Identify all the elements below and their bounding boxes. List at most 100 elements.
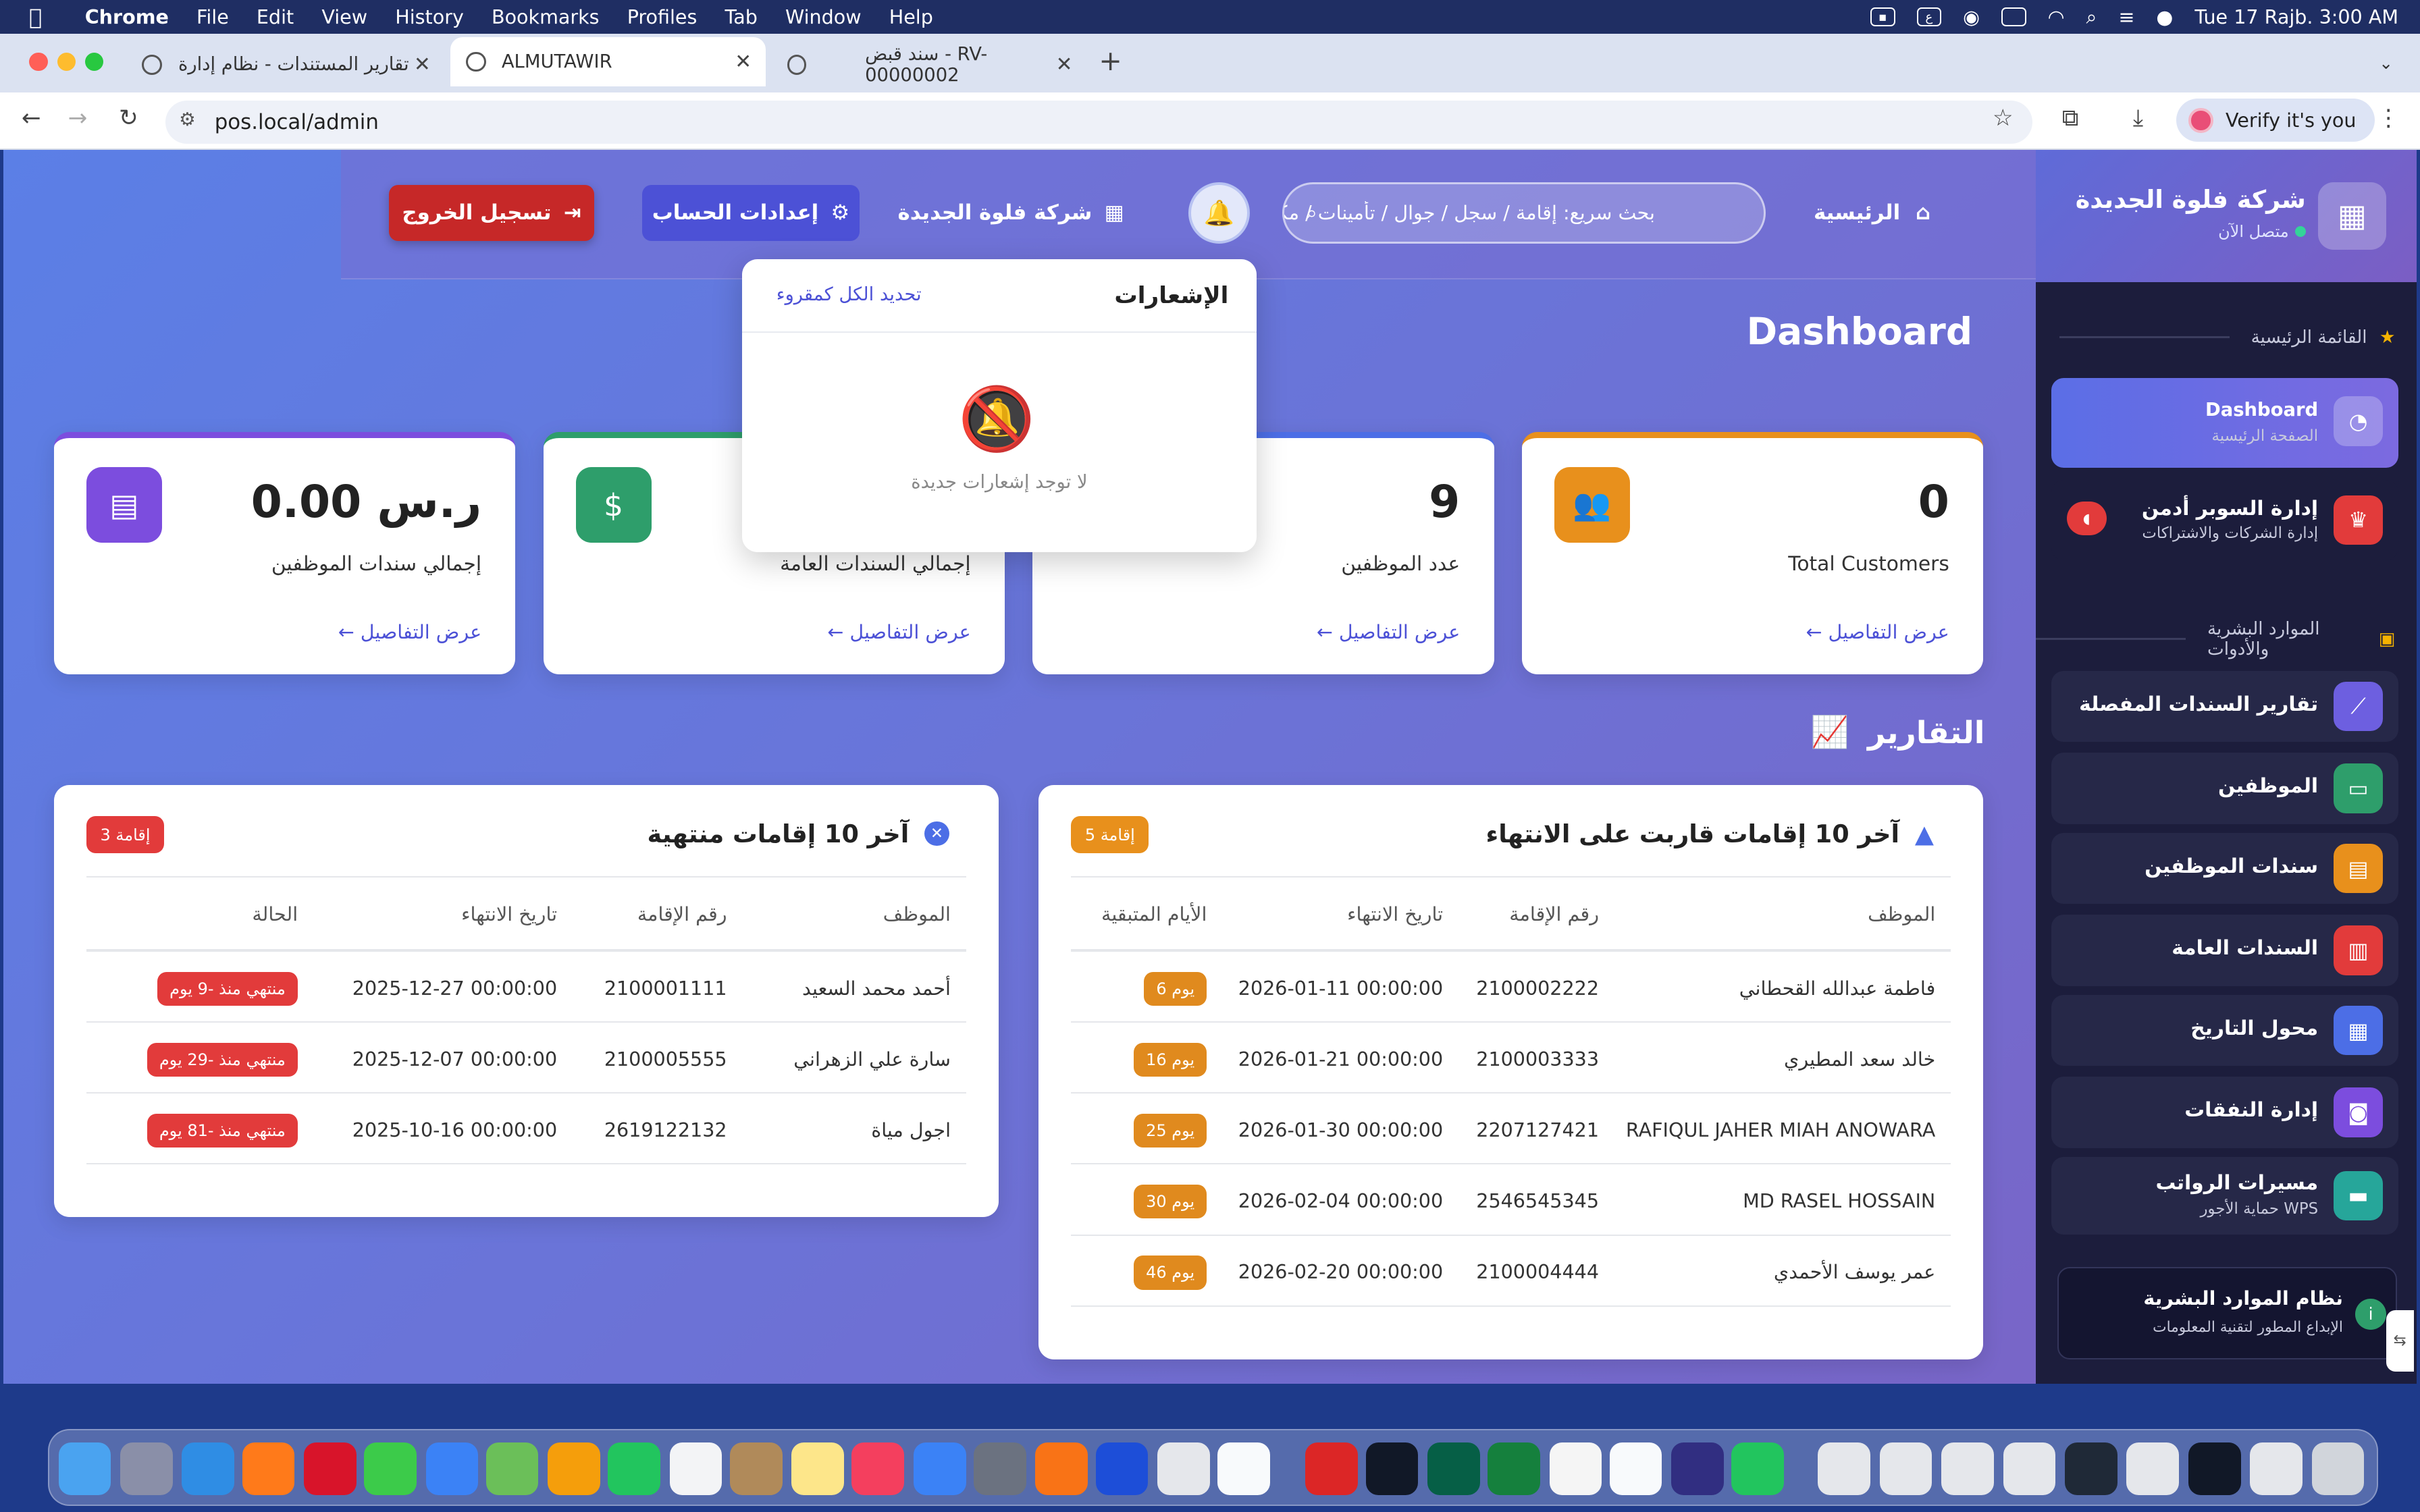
browser-tab-receipt[interactable]: سند قبض - RV-00000002 ✕ [772,43,1086,86]
view-details-link[interactable]: ← عرض التفاصيل [1806,620,1949,643]
view-details-link[interactable]: ← عرض التفاصيل [1317,620,1460,643]
music-icon[interactable] [851,1442,905,1495]
facetime-icon[interactable] [608,1442,660,1495]
app-icon[interactable] [1427,1442,1480,1495]
firefox-icon[interactable] [242,1442,295,1495]
safari-icon[interactable] [182,1442,235,1495]
more-menu-icon[interactable]: ⋮ [2377,105,2400,132]
site-info-icon[interactable]: ⚙ [179,109,196,130]
menu-history[interactable]: History [382,5,478,28]
verify-profile-button[interactable]: Verify it's you [2176,99,2375,142]
sidebar-item-super-admin[interactable]: ♛ إدارة السوبر أدمن إدارة الشركات والاشت… [2051,479,2398,560]
contacts-icon[interactable] [729,1442,783,1495]
pdf-app-icon[interactable] [1305,1442,1359,1495]
sidebar-item-dashboard[interactable]: ◔ Dashboard الصفحة الرئيسية [2051,377,2398,468]
table-row[interactable]: سارة علي الزهراني 2100005555 2025-12-07 … [86,1023,966,1094]
table-row[interactable]: اجول مياة 2619122132 2025-10-16 00:00:00… [86,1094,966,1165]
close-window-button[interactable] [29,52,48,72]
new-tab-icon[interactable]: + [1099,45,1122,77]
whatsapp-icon[interactable] [1731,1442,1784,1495]
chrome-icon[interactable] [1549,1442,1602,1495]
menu-tab[interactable]: Tab [711,5,771,28]
quick-search-input[interactable]: ⌕ بحث سريع: إقامة / سجل / جوال / تأمينات… [1282,182,1766,244]
table-row[interactable]: أحمد محمد السعيد 2100001111 2025-12-27 0… [86,952,966,1023]
trash-icon[interactable] [2311,1442,2365,1495]
preview-icon[interactable] [1217,1442,1270,1495]
minimize-window-button[interactable] [57,52,76,72]
close-tab-icon[interactable]: ✕ [1056,53,1073,76]
collapse-sidebar-handle[interactable]: ⇆ [2386,1310,2414,1372]
calendar-icon[interactable] [669,1442,722,1495]
opera-icon[interactable] [303,1442,357,1495]
sidebar-item-payroll[interactable]: ▬ مسيرات الرواتب حماية الأجور WPS [2051,1157,2398,1235]
user-status-icon[interactable]: ◉ [1963,5,1980,28]
window-thumbnail[interactable] [2064,1442,2118,1495]
excel-icon[interactable] [1488,1442,1540,1495]
messages-icon[interactable] [364,1442,417,1495]
siri-icon[interactable]: ● [2156,5,2173,28]
menu-app[interactable]: Chrome [71,5,182,28]
table-row[interactable]: خالد سعد المطيري 2100003333 2026-01-21 0… [1071,1023,1951,1094]
download-icon[interactable]: ⤓ [2133,105,2143,132]
photos-icon[interactable] [548,1442,600,1495]
reload-icon[interactable]: ↻ [119,105,138,132]
view-details-link[interactable]: ← عرض التفاصيل [827,620,970,643]
close-tab-icon[interactable]: ✕ [735,50,752,74]
browser-tab-active[interactable]: ALMUTAWIR ✕ [450,36,766,86]
remote-desktop-icon[interactable] [1095,1442,1149,1495]
table-row[interactable]: عمر يوسف الأحمدي 2100004444 2026-02-20 0… [1071,1236,1951,1307]
menubar-clock[interactable]: Tue 17 Rajb. 3:00 AM [2194,5,2398,28]
window-thumbnail[interactable] [1879,1442,1932,1495]
back-icon[interactable]: ← [22,105,41,132]
settings-icon[interactable] [973,1442,1026,1495]
app-store-icon[interactable] [913,1442,966,1495]
menu-help[interactable]: Help [875,5,947,28]
bookmark-star-icon[interactable]: ☆ [1993,105,2014,132]
control-center-icon[interactable]: ≡ [2119,5,2135,28]
sidebar-item-date-converter[interactable]: ▦ محول التاريخ [2051,995,2398,1066]
sidebar-item-general-receipts[interactable]: ▥ السندات العامة [2051,915,2398,986]
logout-button[interactable]: تسجيل الخروج ⇥ [388,185,594,241]
keyboard-status-icon[interactable]: ع [1916,7,1942,26]
tab-search-icon[interactable]: ⌄ [2367,47,2404,80]
window-thumbnail[interactable] [2003,1442,2056,1495]
mark-all-read-link[interactable]: تحديد الكل كمقروء [777,284,922,305]
sidebar-item-employees[interactable]: ▭ الموظفين [2051,753,2398,824]
table-row[interactable]: فاطمة عبدالله القحطاني 2100002222 2026-0… [1071,952,1951,1023]
terminal-icon[interactable] [1365,1442,1419,1495]
battery-icon[interactable] [2001,7,2026,26]
forward-icon[interactable]: → [68,105,88,132]
menu-bookmarks[interactable]: Bookmarks [477,5,613,28]
sidebar-item-employee-receipts[interactable]: ▤ سندات الموظفين [2051,833,2398,905]
window-thumbnail[interactable] [1818,1442,1870,1495]
company-switcher[interactable]: شركة فلوة الجديدة ▦ [895,185,1127,240]
spotlight-icon[interactable]: ⌕ [2086,5,2097,29]
home-link[interactable]: الرئيسية ⌂ [1797,185,1948,240]
menu-view[interactable]: View [308,5,382,28]
window-thumbnail[interactable] [1941,1442,1994,1495]
apple-icon[interactable]:  [0,4,71,30]
zoom-window-button[interactable] [84,52,104,72]
launchpad-icon[interactable] [120,1442,173,1495]
close-tab-icon[interactable]: ✕ [414,53,431,76]
app-icon[interactable] [1157,1442,1210,1495]
menu-profiles[interactable]: Profiles [613,5,711,28]
pdf-status-icon[interactable]: ▪ [1870,7,1895,26]
table-row[interactable]: MD RASEL HOSSAIN 2546545345 2026-02-04 0… [1071,1164,1951,1236]
finder-icon[interactable] [58,1442,111,1495]
extensions-icon[interactable]: ⧉ [2062,105,2078,132]
maps-icon[interactable] [485,1442,539,1495]
table-row[interactable]: RAFIQUL JAHER MIAH ANOWARA 2207127421 20… [1071,1094,1951,1165]
wifi-icon[interactable]: ◠ [2048,5,2065,28]
menu-file[interactable]: File [182,5,242,28]
sidebar-item-detailed-reports[interactable]: ⟋ تقارير السندات المفصلة [2051,671,2398,742]
menu-edit[interactable]: Edit [242,5,307,28]
mail-icon[interactable] [425,1442,479,1495]
view-details-link[interactable]: ← عرض التفاصيل [338,620,481,643]
chatgpt-icon[interactable] [1609,1442,1662,1495]
notes-icon[interactable] [791,1442,844,1495]
address-bar[interactable]: ⚙ pos.local/admin [165,100,2033,144]
browser-tab-reports[interactable]: تقارير المستندات - نظام إدارة المو ✕ [126,43,444,86]
menu-window[interactable]: Window [771,5,875,28]
window-thumbnail[interactable] [2188,1442,2241,1495]
